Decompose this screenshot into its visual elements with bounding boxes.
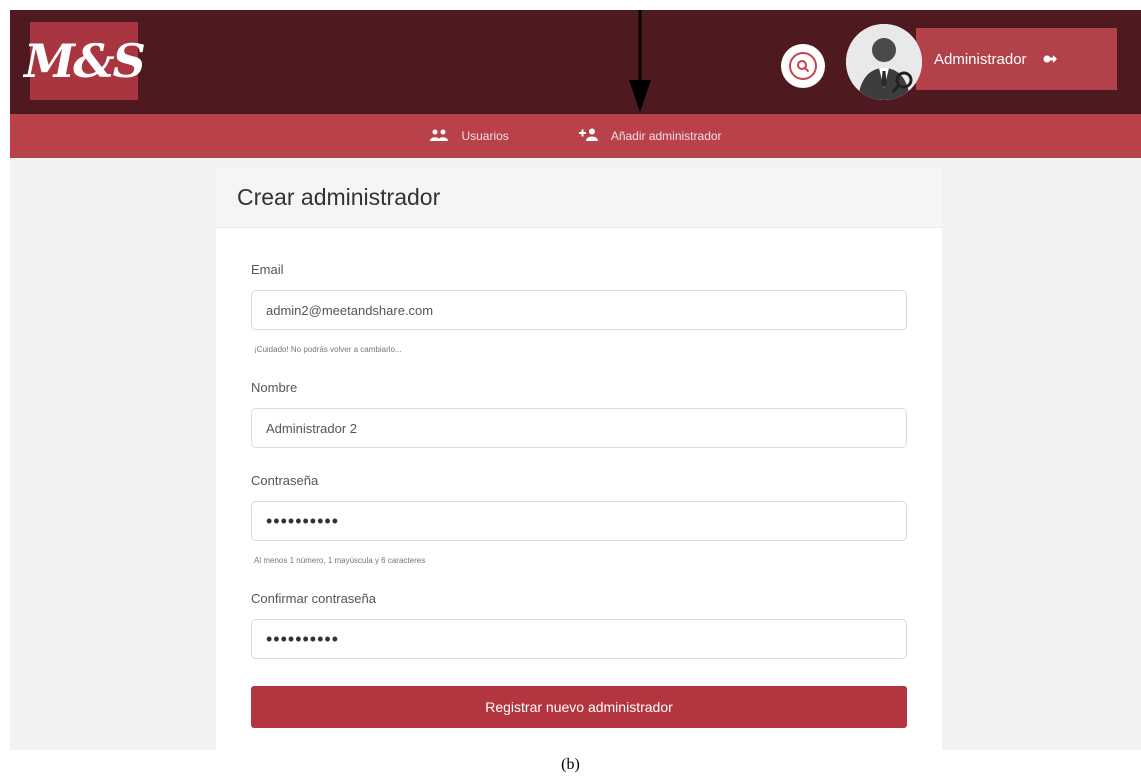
nav-item-usuarios[interactable]: Usuarios <box>429 129 509 144</box>
app-screenshot: M&S Administrador Usuarios Añadir admini… <box>10 10 1141 750</box>
nav-label-add-admin: Añadir administrador <box>610 129 722 143</box>
confirm-password-field[interactable] <box>251 619 907 659</box>
top-header: M&S Administrador <box>10 10 1141 114</box>
avatar[interactable] <box>846 24 922 100</box>
create-admin-card: Crear administrador Email ¡Cuidado! No p… <box>216 168 942 750</box>
user-name-label: Administrador <box>934 50 1027 68</box>
email-hint: ¡Cuidado! No podrás volver a cambiarlo..… <box>254 345 402 354</box>
logo[interactable]: M&S <box>24 22 146 100</box>
user-logout-button[interactable]: Administrador <box>916 28 1117 90</box>
logout-icon <box>1043 53 1057 65</box>
confirm-password-label: Confirmar contraseña <box>251 591 376 606</box>
page-title: Crear administrador <box>237 184 441 210</box>
nav-label-usuarios: Usuarios <box>461 129 509 143</box>
nombre-label: Nombre <box>251 380 298 395</box>
search-icon <box>789 52 817 80</box>
search-button[interactable] <box>781 44 825 88</box>
password-label: Contraseña <box>251 473 319 488</box>
password-field[interactable] <box>251 501 907 541</box>
nombre-field[interactable] <box>251 408 907 448</box>
annotation-arrow <box>629 10 651 112</box>
logo-text: M&S <box>24 34 146 88</box>
users-icon <box>429 129 449 144</box>
email-label: Email <box>251 262 284 277</box>
password-hint: Al menos 1 número, 1 mayúscula y 6 carac… <box>254 556 426 565</box>
figure-caption: (b) <box>561 756 580 773</box>
email-field[interactable] <box>251 290 907 330</box>
card-header: Crear administrador <box>216 168 942 228</box>
main-nav: Usuarios Añadir administrador <box>10 114 1141 158</box>
register-admin-button[interactable]: Registrar nuevo administrador <box>251 686 907 728</box>
add-user-icon <box>578 128 599 144</box>
nav-item-add-admin[interactable]: Añadir administrador <box>578 128 722 144</box>
